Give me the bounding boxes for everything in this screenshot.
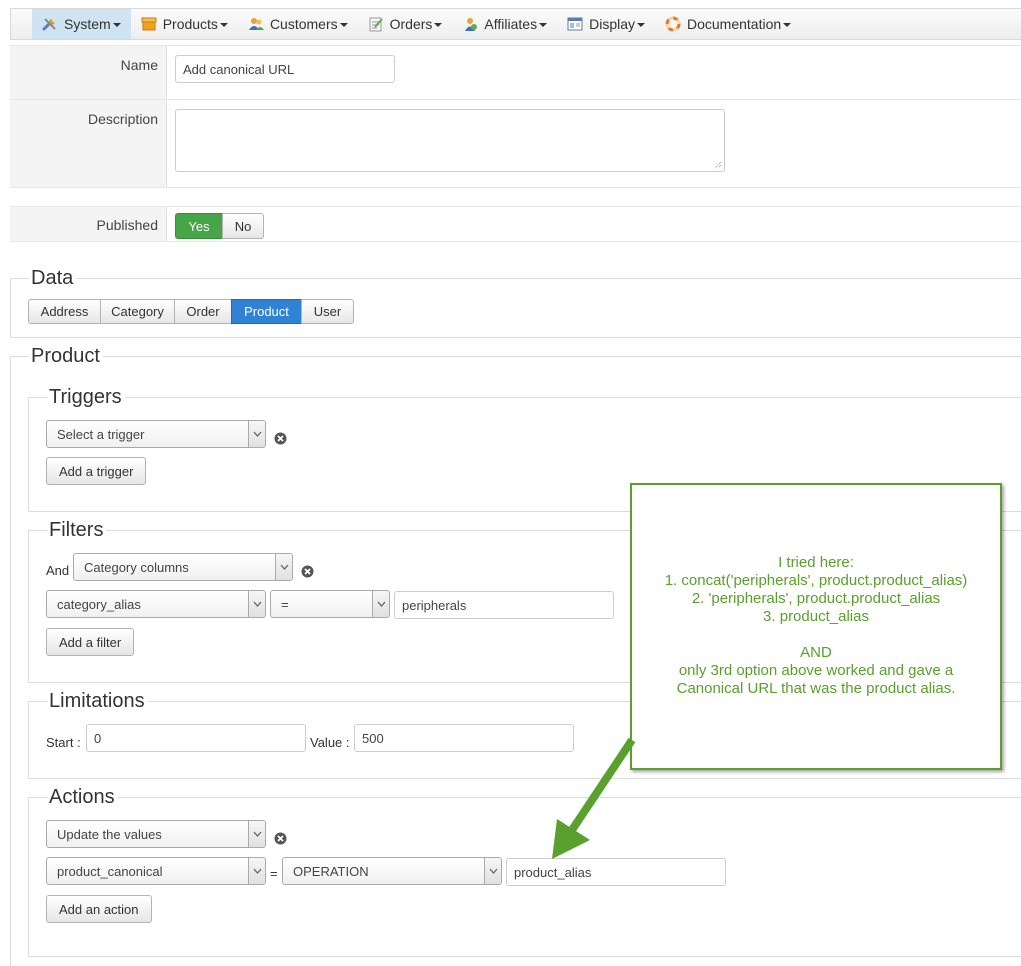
resize-grip-icon[interactable] (713, 160, 722, 169)
note-line: 3. product_alias (763, 608, 869, 625)
menu-documentation[interactable]: Documentation (655, 9, 801, 39)
and-label: And (46, 563, 70, 578)
menu-orders[interactable]: Orders (358, 9, 453, 39)
start-label: Start : (46, 735, 81, 750)
filter-operator-select[interactable]: = (270, 590, 390, 618)
label-cell: Published (10, 207, 167, 241)
chevron-down-icon (248, 421, 265, 447)
trigger-select[interactable]: Select a trigger (46, 420, 266, 448)
chevron-down-icon (372, 591, 389, 617)
published-toggle: Yes No (175, 213, 264, 239)
menu-label: System (64, 16, 111, 32)
description-row: Description (10, 99, 1021, 188)
display-icon (567, 16, 583, 32)
limitations-legend: Limitations (47, 691, 148, 711)
action-column-select[interactable]: product_canonical (46, 857, 266, 885)
action-mode-value: OPERATION (293, 864, 369, 879)
note-line: AND (800, 644, 832, 661)
action-column-value: product_canonical (57, 864, 163, 879)
chevron-down-icon (219, 23, 228, 27)
filter-column-value: category_alias (57, 597, 141, 612)
add-action-button[interactable]: Add an action (46, 895, 152, 923)
remove-trigger-icon[interactable] (274, 432, 287, 445)
add-filter-button[interactable]: Add a filter (46, 628, 135, 656)
triggers-legend: Triggers (47, 387, 125, 407)
menu-system[interactable]: System (32, 9, 131, 39)
note-line: I tried here: (778, 554, 854, 571)
remove-filter-icon[interactable] (301, 565, 314, 578)
start-input[interactable]: 0 (86, 724, 306, 752)
actions-legend: Actions (47, 787, 118, 807)
description-textarea[interactable] (175, 109, 725, 172)
note-line: Canonical URL that was the product alias… (676, 680, 956, 697)
product-legend: Product (29, 346, 103, 366)
tab-order[interactable]: Order (174, 299, 232, 324)
chevron-down-icon (339, 23, 348, 27)
tab-product[interactable]: Product (231, 299, 302, 324)
annotation-arrow-icon (552, 737, 636, 859)
chevron-down-icon (783, 23, 792, 27)
trigger-select-value: Select a trigger (57, 427, 145, 442)
menu-display[interactable]: Display (557, 9, 655, 39)
menu-label: Documentation (687, 16, 782, 32)
published-yes-button[interactable]: Yes (175, 213, 223, 239)
note-line: 2. 'peripherals', product.product_alias (691, 590, 941, 607)
published-no-button[interactable]: No (222, 213, 264, 239)
published-row: Published Yes No (10, 206, 1021, 242)
action-mode-select[interactable]: OPERATION (282, 857, 502, 885)
data-tabs: Address Category Order Product User (28, 299, 354, 324)
description-label: Description (87, 111, 158, 127)
chevron-down-icon (539, 23, 548, 27)
top-menu-bar: System Products Customers Orders Affilia… (10, 8, 1021, 40)
menu-label: Display (589, 16, 635, 32)
filters-legend: Filters (47, 520, 107, 540)
note-line (632, 626, 1000, 644)
name-input[interactable]: Add canonical URL (175, 55, 395, 83)
box-icon (141, 16, 157, 32)
filter-type-select[interactable]: Category columns (73, 553, 293, 581)
chevron-down-icon (434, 23, 443, 27)
published-label: Published (96, 217, 159, 233)
chevron-down-icon (637, 23, 645, 27)
value-label: Value : (310, 735, 350, 750)
lifebuoy-icon (665, 16, 681, 32)
menu-label: Products (162, 16, 218, 32)
tools-icon (42, 16, 58, 32)
menu-customers[interactable]: Customers (238, 9, 358, 39)
chevron-down-icon (112, 23, 121, 27)
tab-address[interactable]: Address (28, 299, 101, 324)
menu-products[interactable]: Products (131, 9, 238, 39)
chevron-down-icon (248, 821, 265, 847)
annotation-note: I tried here: 1. concat('peripherals', p… (630, 483, 1002, 770)
menu-affiliates[interactable]: Affiliates (452, 9, 557, 39)
chevron-down-icon (275, 554, 292, 580)
data-legend: Data (29, 268, 77, 288)
label-cell: Description (10, 100, 167, 187)
chevron-down-icon (484, 858, 501, 884)
action-type-select[interactable]: Update the values (46, 820, 266, 848)
action-type-value: Update the values (57, 827, 162, 842)
menu-label: Affiliates (484, 16, 538, 32)
equals-sign: = (270, 866, 278, 881)
chevron-down-icon (248, 858, 265, 884)
note-line: only 3rd option above worked and gave a (678, 662, 954, 679)
menu-label: Orders (389, 16, 433, 32)
tab-category[interactable]: Category (100, 299, 175, 324)
chevron-down-icon (248, 591, 265, 617)
users-icon (248, 16, 264, 32)
name-row: Name Add canonical URL (10, 45, 1021, 100)
orders-icon (368, 16, 384, 32)
filter-column-select[interactable]: category_alias (46, 590, 266, 618)
filter-value-input[interactable]: peripherals (394, 591, 614, 619)
affiliate-icon (462, 16, 478, 32)
remove-action-icon[interactable] (274, 832, 287, 845)
name-label: Name (120, 57, 158, 73)
add-trigger-button[interactable]: Add a trigger (46, 457, 147, 485)
filter-type-value: Category columns (84, 560, 189, 575)
note-line: 1. concat('peripherals', product.product… (664, 572, 968, 589)
menu-label: Customers (269, 16, 338, 32)
filter-operator-value: = (281, 597, 289, 612)
tab-user[interactable]: User (301, 299, 354, 324)
label-cell: Name (10, 46, 167, 100)
